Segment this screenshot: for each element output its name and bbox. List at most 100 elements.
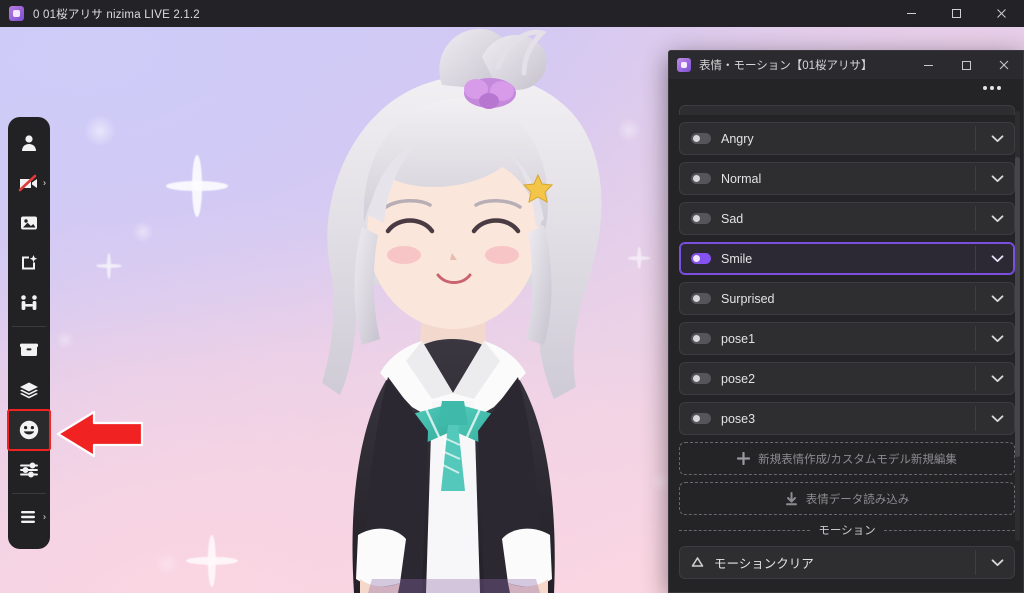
app-window: 0 01桜アリサ nizima LIVE 2.1.2 › › 表情・モーション【…: [0, 0, 1024, 593]
row-divider: [975, 286, 976, 311]
panel-title: 表情・モーション【01桜アリサ】: [699, 60, 873, 72]
panel-toolbar: [669, 79, 1023, 105]
model-icon[interactable]: [8, 123, 50, 163]
toggle-switch[interactable]: [691, 213, 711, 224]
list-item-label: pose1: [721, 331, 756, 346]
list-item[interactable]: Surprised: [679, 282, 1015, 315]
expression-face-icon[interactable]: [7, 409, 51, 451]
chevron-down-icon[interactable]: [991, 414, 1004, 423]
motion-section-header: モーション: [679, 522, 1015, 538]
row-divider: [975, 206, 976, 231]
avatar-model[interactable]: [236, 27, 666, 593]
list-item[interactable]: Smile: [679, 242, 1015, 275]
chevron-right-icon: ›: [43, 511, 46, 522]
sparkle-star-icon: [96, 253, 122, 279]
window-title: 0 01桜アリサ nizima LIVE 2.1.2: [33, 8, 200, 21]
plus-icon: [737, 452, 751, 465]
list-item-label: pose3: [721, 411, 756, 426]
panel-scrollbar[interactable]: [1015, 111, 1020, 541]
maximize-icon[interactable]: [934, 0, 979, 27]
sparkle-star-icon: [186, 535, 238, 587]
archive-box-icon[interactable]: [8, 330, 50, 370]
motion-capture-icon[interactable]: [8, 283, 50, 323]
toggle-switch[interactable]: [691, 173, 711, 184]
row-divider: [975, 246, 976, 271]
list-item-label: Angry: [721, 131, 754, 146]
list-item-label: pose2: [721, 371, 756, 386]
list-item[interactable]: Normal: [679, 162, 1015, 195]
download-icon: [785, 491, 798, 506]
expression-list[interactable]: Angry Normal Sad Smile Surprised pose1 p…: [669, 105, 1023, 592]
chevron-down-icon[interactable]: [991, 334, 1004, 343]
camera-off-icon[interactable]: ›: [8, 163, 50, 203]
section-divider-right: [883, 529, 1015, 531]
toggle-switch[interactable]: [691, 253, 711, 264]
chevron-down-icon[interactable]: [991, 134, 1004, 143]
chevron-right-icon: ›: [43, 177, 46, 188]
list-item[interactable]: Sad: [679, 202, 1015, 235]
list-item-label: Smile: [721, 251, 753, 266]
scrollbar-thumb[interactable]: [1015, 157, 1020, 457]
chevron-down-icon[interactable]: [991, 558, 1004, 567]
row-divider: [975, 166, 976, 191]
chevron-down-icon[interactable]: [991, 254, 1004, 263]
toolbar-divider: [12, 326, 46, 327]
panel-window-controls: [909, 51, 1023, 79]
chevron-down-icon[interactable]: [991, 214, 1004, 223]
red-left-arrow: [54, 410, 144, 458]
bokeh-dot: [128, 217, 158, 247]
list-item[interactable]: モーションクリア: [679, 546, 1015, 579]
row-divider: [975, 366, 976, 391]
window-titlebar: 0 01桜アリサ nizima LIVE 2.1.2: [0, 0, 1024, 27]
toggle-switch[interactable]: [691, 133, 711, 144]
section-divider-left: [679, 529, 811, 531]
maximize-icon[interactable]: [947, 51, 985, 79]
list-item[interactable]: pose2: [679, 362, 1015, 395]
window-controls: [889, 0, 1024, 27]
chevron-down-icon[interactable]: [991, 294, 1004, 303]
motion-clear-icon: [691, 556, 704, 569]
add-effect-icon[interactable]: [8, 243, 50, 283]
toolbar-divider: [12, 493, 46, 494]
close-icon[interactable]: [985, 51, 1023, 79]
toggle-switch[interactable]: [691, 373, 711, 384]
minimize-icon[interactable]: [909, 51, 947, 79]
background-image-icon[interactable]: [8, 203, 50, 243]
layers-icon[interactable]: [8, 370, 50, 410]
list-item[interactable]: Angry: [679, 122, 1015, 155]
app-logo-icon: [9, 6, 24, 21]
close-icon[interactable]: [979, 0, 1024, 27]
toggle-switch[interactable]: [691, 413, 711, 424]
sliders-icon[interactable]: [8, 450, 50, 490]
expression-motion-panel: 表情・モーション【01桜アリサ】 Angry Normal Sad Smile …: [668, 50, 1024, 593]
toggle-switch[interactable]: [691, 293, 711, 304]
motion-section-title: モーション: [818, 525, 876, 537]
load-expression-data-label: 表情データ読み込み: [805, 493, 910, 506]
kebab-menu-icon[interactable]: [983, 86, 1001, 90]
bokeh-dot: [150, 547, 184, 581]
list-item-label: モーションクリア: [714, 557, 814, 571]
list-item[interactable]: pose1: [679, 322, 1015, 355]
sparkle-star-icon: [166, 155, 228, 217]
minimize-icon[interactable]: [889, 0, 934, 27]
row-divider: [975, 326, 976, 351]
list-item[interactable]: pose3: [679, 402, 1015, 435]
menu-icon[interactable]: ›: [8, 497, 50, 537]
row-divider: [975, 550, 976, 575]
list-item[interactable]: [679, 105, 1015, 115]
chevron-down-icon[interactable]: [991, 374, 1004, 383]
bokeh-dot: [52, 327, 78, 353]
create-expression-label: 新規表情作成/カスタムモデル新規編集: [758, 453, 957, 466]
panel-logo-icon: [677, 58, 691, 72]
panel-titlebar: 表情・モーション【01桜アリサ】: [669, 51, 1023, 79]
row-divider: [975, 126, 976, 151]
create-expression-button[interactable]: 新規表情作成/カスタムモデル新規編集: [679, 442, 1015, 475]
toggle-switch[interactable]: [691, 333, 711, 344]
left-toolbar: › ›: [7, 117, 51, 549]
list-item-label: Sad: [721, 211, 744, 226]
list-item-label: Normal: [721, 171, 762, 186]
chevron-down-icon[interactable]: [991, 174, 1004, 183]
row-divider: [975, 406, 976, 431]
load-expression-data-button[interactable]: 表情データ読み込み: [679, 482, 1015, 515]
bokeh-dot: [78, 109, 122, 153]
